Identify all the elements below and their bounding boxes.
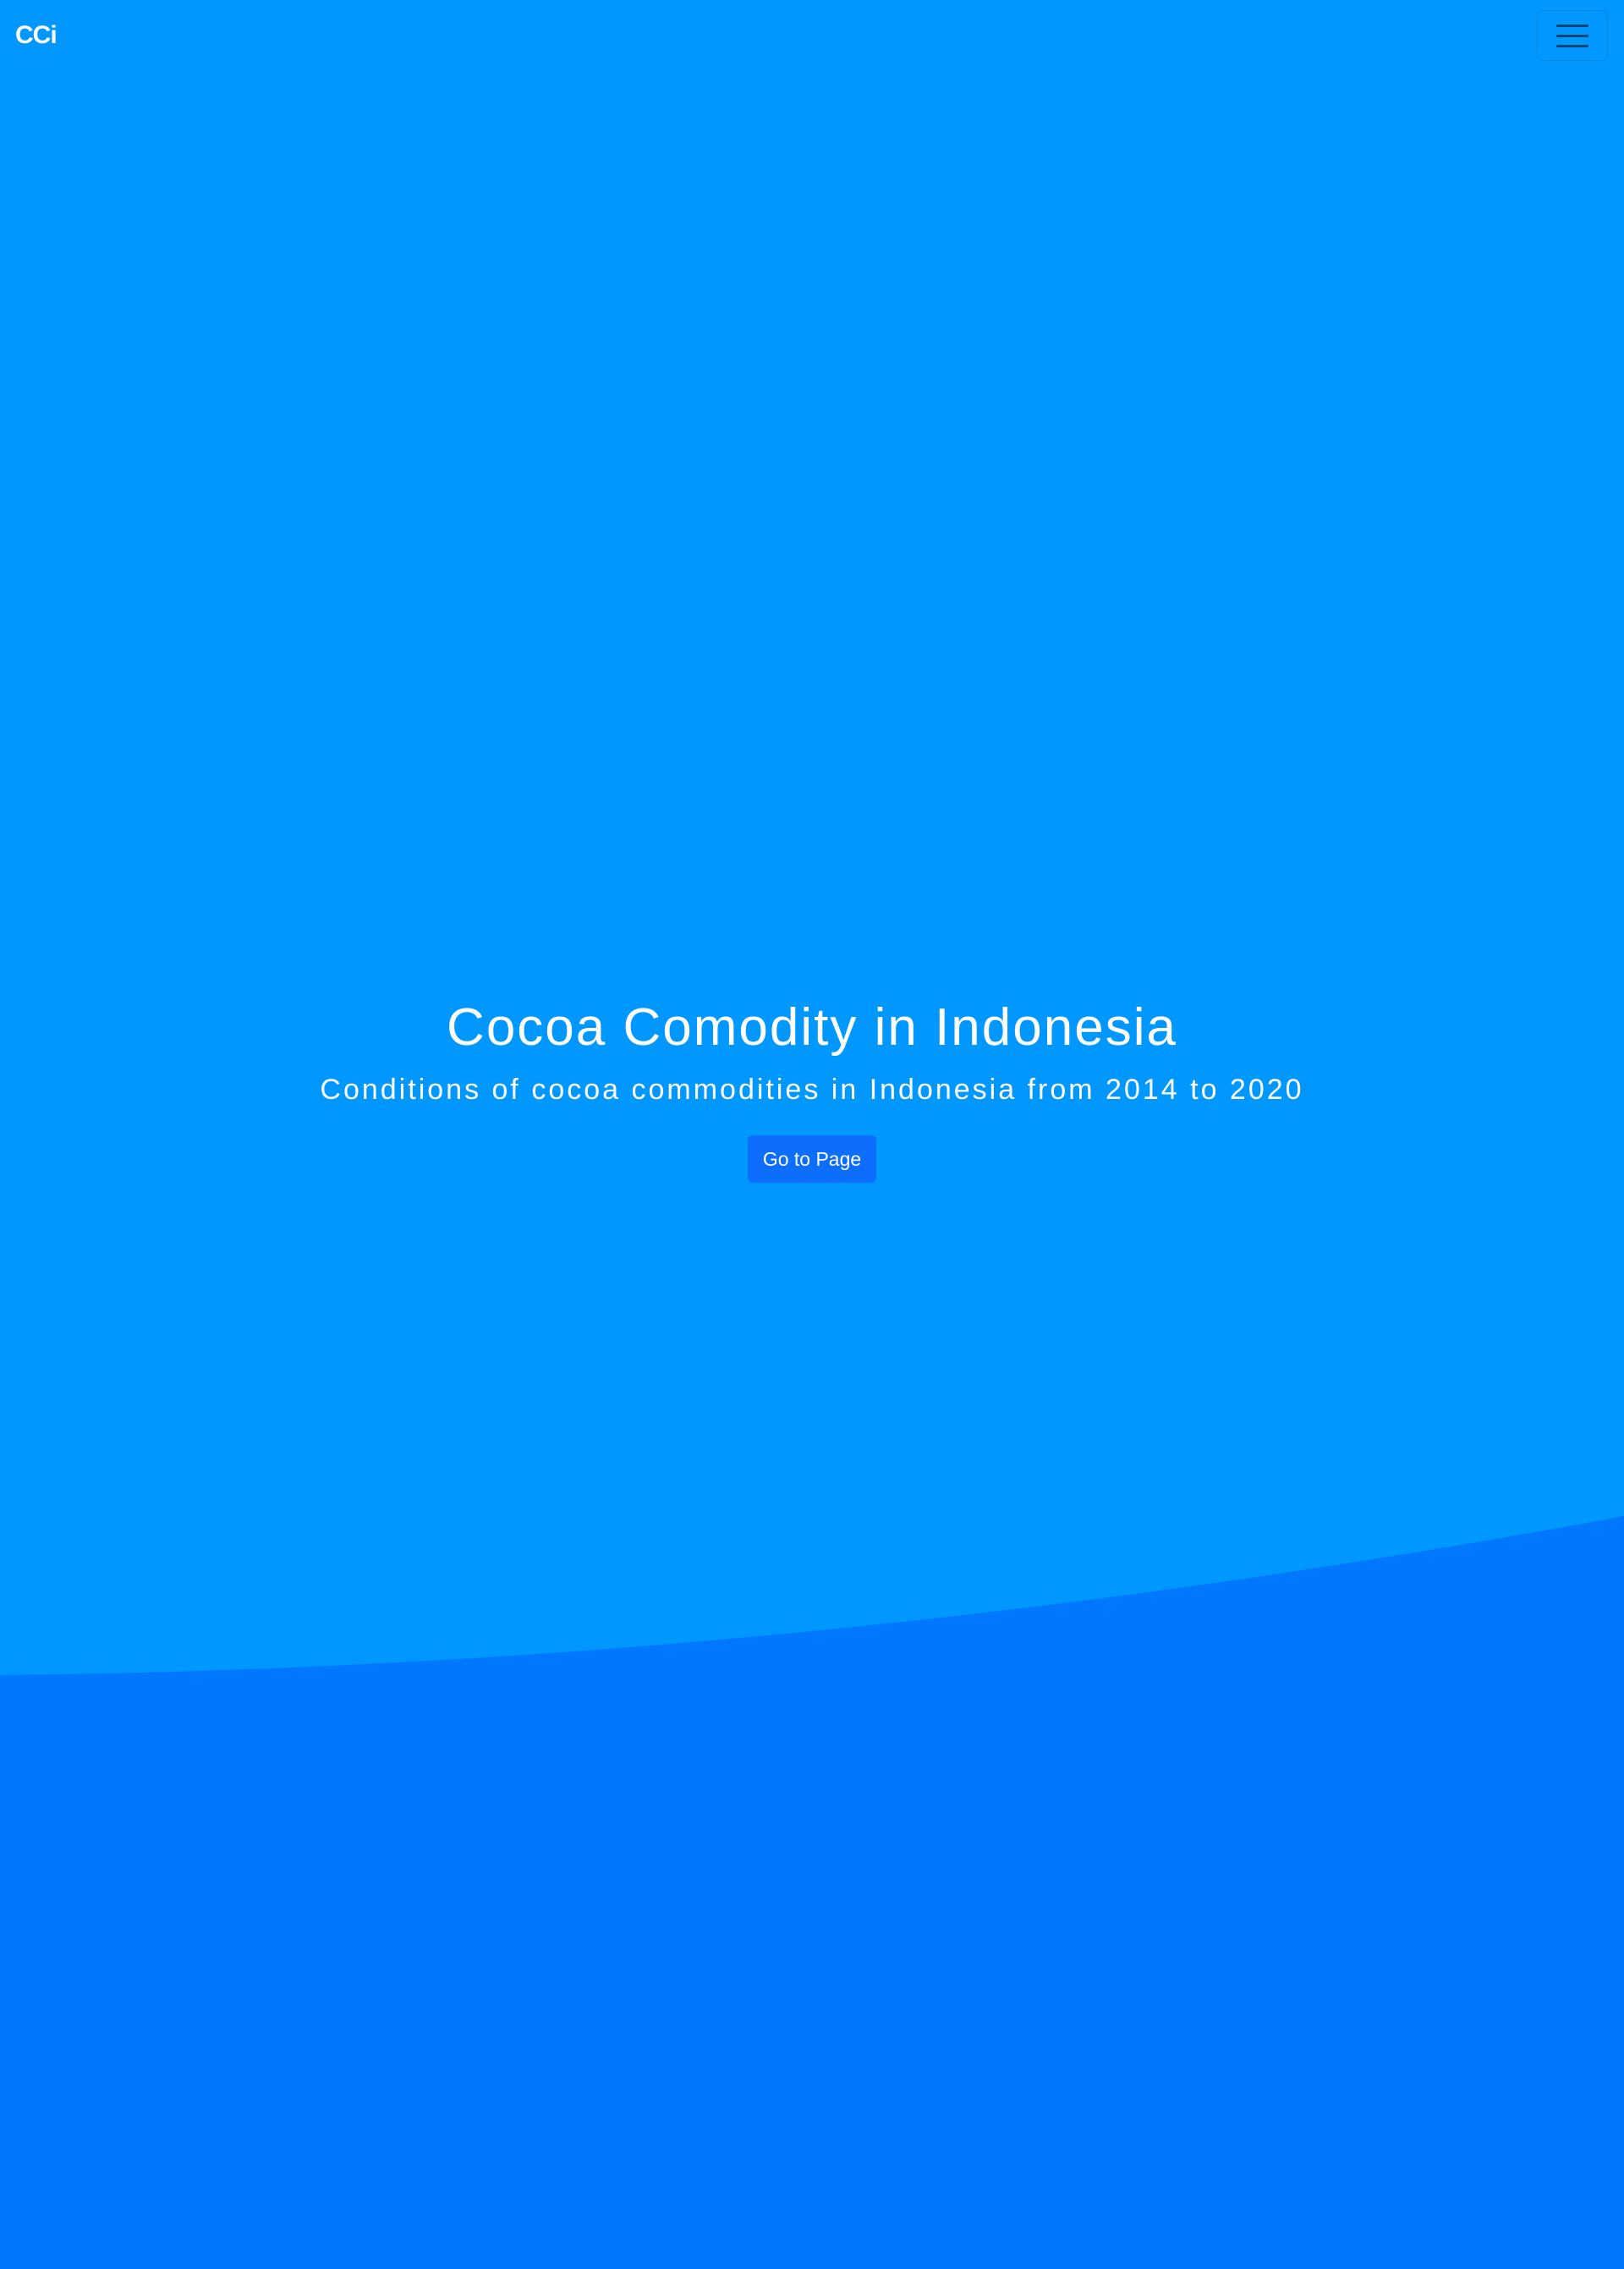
- hero-section: Cocoa Comodity in Indonesia Conditions o…: [0, 990, 1624, 1183]
- lower-wave-shape: [0, 1516, 1624, 2269]
- navbar: CCi: [0, 0, 1624, 71]
- page: CCi Cocoa Comodity in Indonesia Conditio…: [0, 0, 1624, 2269]
- hero-subtitle: Conditions of cocoa commodities in Indon…: [320, 1074, 1304, 1106]
- menu-toggle-button[interactable]: [1537, 10, 1608, 61]
- hero-title: Cocoa Comodity in Indonesia: [447, 998, 1177, 1057]
- brand-logo[interactable]: CCi: [15, 19, 58, 52]
- go-to-page-button[interactable]: Go to Page: [747, 1135, 877, 1183]
